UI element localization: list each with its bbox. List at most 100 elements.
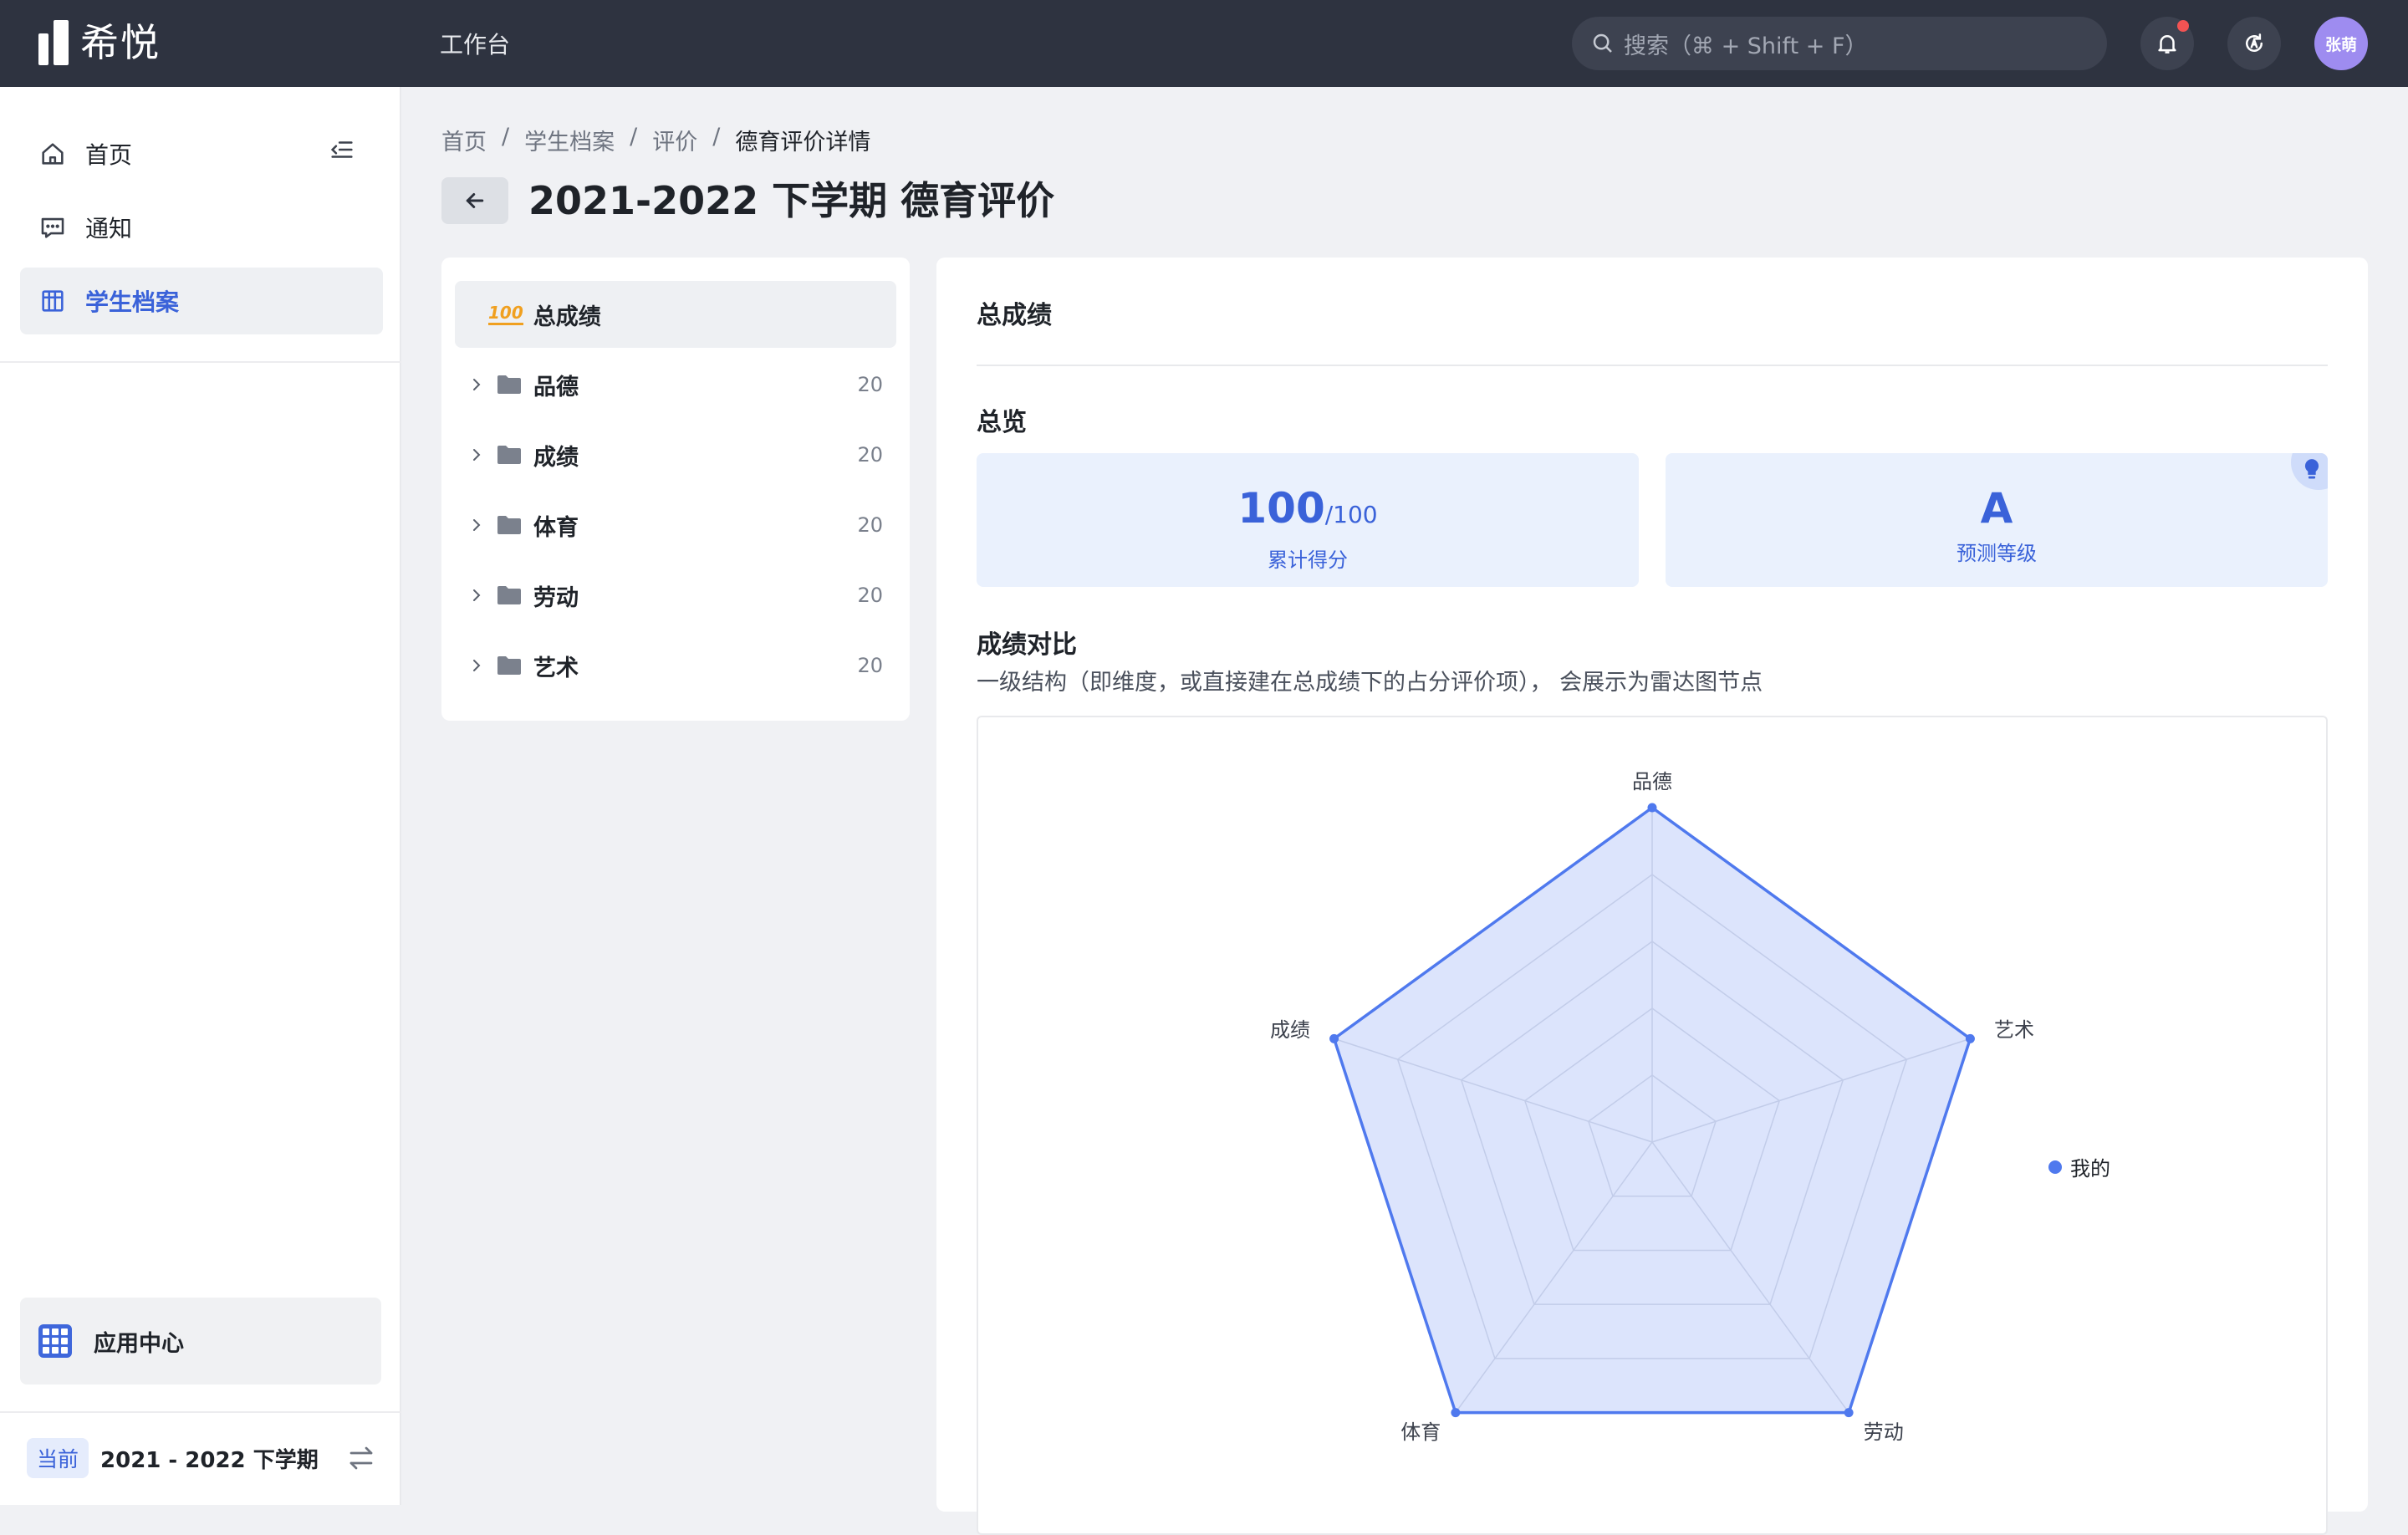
breadcrumb-separator: / — [712, 124, 721, 150]
hundred-points-icon: 100 — [488, 304, 523, 325]
sidebar-divider — [0, 1411, 401, 1413]
radar-chart: 品德艺术劳动 体育 成绩 我的 — [977, 716, 2328, 1535]
compare-description: 一级结构（即维度，或直接建在总成绩下的占分评价项）， 会展示为雷达图节点 — [977, 670, 1763, 696]
tree-root-total[interactable]: 100 总成绩 — [455, 281, 896, 348]
compare-heading: 成绩对比 — [977, 630, 1077, 660]
archive-icon — [42, 290, 64, 312]
breadcrumb: 首页 / 学生档案 / 评价 / 德育评价详情 — [441, 124, 870, 156]
tree-node-label: 体育 — [533, 514, 579, 541]
back-button[interactable] — [441, 177, 508, 224]
sidebar-item-label: 首页 — [85, 141, 133, 169]
score-panel: 总成绩 总览 100/100 累计得分 A 预测等级 成绩对比 一级结构（即维度… — [936, 258, 2368, 1535]
folder-icon — [497, 446, 521, 464]
radar-chart-svg: 品德艺术劳动 体育 成绩 — [1270, 770, 2034, 1444]
tree-node-label: 艺术 — [533, 655, 579, 681]
collapse-sidebar-icon[interactable] — [328, 135, 356, 164]
tree-node-count: 20 — [857, 373, 883, 396]
tree-root-label: 总成绩 — [533, 303, 601, 330]
notification-button[interactable] — [2140, 17, 2194, 70]
current-term: 当前 2021 - 2022 下学期 — [27, 1438, 319, 1478]
sidebar: 首页 通知 学生档案 应用中心 当前 2021 - 2022 下学期 — [0, 87, 401, 1505]
legend-label: 我的 — [2070, 1157, 2110, 1181]
sidebar-item-student-archive[interactable]: 学生档案 — [20, 268, 383, 334]
nav-workbench[interactable]: 工作台 — [440, 27, 510, 60]
bell-icon — [2158, 35, 2176, 54]
message-icon — [41, 217, 64, 238]
logo-mark-icon — [38, 20, 69, 65]
folder-icon — [497, 516, 521, 534]
folder-icon — [497, 375, 521, 394]
term-text: 2021 - 2022 下学期 — [100, 1447, 319, 1473]
lightbulb-icon — [2304, 459, 2319, 479]
tree-node-label: 品德 — [533, 374, 579, 400]
tree-node-count: 20 — [857, 513, 883, 537]
tree-node-count: 20 — [857, 654, 883, 677]
total-score-label: 累计得分 — [1268, 548, 1348, 572]
update-button[interactable] — [2227, 17, 2281, 70]
apps-grid-icon — [38, 1324, 72, 1358]
breadcrumb-current: 德育评价详情 — [735, 130, 871, 156]
radar-indicator-label: 品德 — [1632, 770, 1672, 793]
radar-data-point — [1329, 1033, 1339, 1043]
search-placeholder: 搜索（⌘ + Shift + F） — [1624, 33, 1868, 59]
swap-term-icon[interactable] — [344, 1443, 378, 1473]
breadcrumb-student-archive[interactable]: 学生档案 — [524, 124, 615, 156]
term-badge: 当前 — [27, 1438, 89, 1478]
update-icon — [2246, 33, 2263, 52]
radar-indicator-label: 成绩 — [1270, 1018, 1310, 1042]
radar-data-point — [1451, 1408, 1461, 1418]
radar-indicator-label: 劳动 — [1864, 1420, 1904, 1444]
tree-node-count: 20 — [857, 584, 883, 607]
chart-legend[interactable]: 我的 — [2048, 1152, 2110, 1181]
breadcrumb-evaluation[interactable]: 评价 — [652, 124, 697, 156]
radar-data-point — [1965, 1033, 1975, 1043]
home-icon — [42, 143, 64, 165]
legend-dot — [2048, 1160, 2062, 1174]
breadcrumb-separator: / — [502, 124, 510, 150]
app-center-button[interactable]: 应用中心 — [20, 1298, 381, 1385]
sidebar-item-label: 通知 — [85, 215, 133, 242]
total-score-value: 100/100 — [1237, 484, 1378, 533]
total-score-card: 100/100 累计得分 — [977, 453, 1639, 587]
folder-icon — [497, 586, 521, 604]
tree-node[interactable]: 艺术 20 — [455, 632, 896, 699]
predicted-grade-label: 预测等级 — [1956, 542, 2037, 565]
sidebar-item-label: 学生档案 — [85, 288, 180, 316]
avatar[interactable]: 张萌 — [2314, 17, 2368, 70]
radar-data-point — [1647, 803, 1657, 813]
overview-heading: 总览 — [977, 408, 1027, 437]
tree-node[interactable]: 劳动 20 — [455, 562, 896, 629]
tree-node[interactable]: 体育 20 — [455, 492, 896, 558]
search-icon — [1593, 33, 1612, 53]
radar-series-area — [1332, 806, 1972, 1415]
breadcrumb-separator: / — [630, 124, 638, 150]
chevron-right-icon[interactable] — [467, 585, 487, 605]
sidebar-divider — [0, 361, 401, 363]
arrow-left-icon — [466, 193, 484, 208]
tree-node[interactable]: 成绩 20 — [455, 421, 896, 488]
chevron-right-icon[interactable] — [467, 375, 487, 395]
sidebar-item-notice[interactable]: 通知 — [20, 194, 383, 261]
tree-node[interactable]: 品德 20 — [455, 351, 896, 418]
breadcrumb-home[interactable]: 首页 — [441, 124, 487, 156]
predicted-grade-card: A 预测等级 — [1666, 453, 2328, 587]
chevron-right-icon[interactable] — [467, 655, 487, 676]
radar-data-point — [1844, 1408, 1854, 1418]
predicted-grade-value: A — [1980, 484, 2013, 533]
panel-divider — [977, 365, 2328, 366]
tree-node-label: 成绩 — [533, 444, 579, 471]
page-title: 2021-2022 下学期 德育评价 — [528, 178, 1055, 223]
top-bar: 希悦 工作台 搜索（⌘ + Shift + F） 张萌 — [0, 0, 2408, 87]
app-center-label: 应用中心 — [94, 1330, 184, 1357]
radar-indicator-label: 体育 — [1400, 1420, 1441, 1444]
folder-icon — [497, 656, 521, 675]
chevron-right-icon[interactable] — [467, 445, 487, 465]
radar-indicator-label: 艺术 — [1994, 1018, 2034, 1042]
notification-dot — [2177, 20, 2189, 32]
search-input[interactable]: 搜索（⌘ + Shift + F） — [1572, 17, 2107, 70]
tree-node-label: 劳动 — [533, 584, 579, 611]
app-logo[interactable]: 希悦 — [38, 20, 161, 65]
app-name: 希悦 — [80, 20, 161, 65]
panel-title: 总成绩 — [977, 301, 1052, 330]
chevron-right-icon[interactable] — [467, 515, 487, 535]
